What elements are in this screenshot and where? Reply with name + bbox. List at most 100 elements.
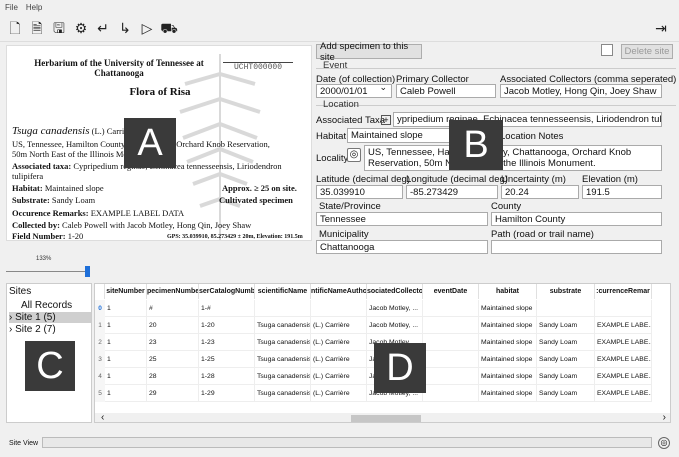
table-cell[interactable] bbox=[311, 300, 367, 317]
table-cell[interactable]: 20 bbox=[147, 317, 199, 334]
table-cell[interactable]: (L.) Carrière bbox=[311, 368, 367, 385]
delete-site-button[interactable]: Delete site bbox=[621, 44, 673, 59]
table-cell[interactable]: 28 bbox=[147, 368, 199, 385]
map-pin-icon[interactable]: ◎ bbox=[347, 148, 361, 162]
elevation-input[interactable]: 191.5 bbox=[582, 185, 662, 199]
table-cell[interactable]: EXAMPLE LABE... bbox=[595, 385, 652, 402]
table-cell[interactable]: EXAMPLE LABE... bbox=[595, 317, 652, 334]
table-cell[interactable] bbox=[423, 368, 479, 385]
table-cell[interactable]: (L.) Carrière bbox=[311, 351, 367, 368]
chevron-right-icon[interactable]: › bbox=[9, 312, 12, 323]
table-cell[interactable]: Sandy Loam bbox=[537, 385, 595, 402]
table-cell[interactable]: EXAMPLE LABE... bbox=[595, 351, 652, 368]
column-header[interactable]: :currenceRemar bbox=[595, 284, 652, 299]
table-cell[interactable] bbox=[595, 300, 652, 317]
document-icon[interactable]: 🗎 bbox=[29, 19, 45, 37]
add-taxa-icon[interactable]: + bbox=[381, 115, 391, 125]
table-cell[interactable]: Tsuga canadensis bbox=[255, 368, 311, 385]
table-cell[interactable] bbox=[255, 300, 311, 317]
table-cell[interactable]: Sandy Loam bbox=[537, 334, 595, 351]
uncertainty-input[interactable]: 20.24 bbox=[501, 185, 579, 199]
table-cell[interactable]: Sandy Loam bbox=[537, 317, 595, 334]
table-cell[interactable]: 1-25 bbox=[199, 351, 255, 368]
table-cell[interactable]: (L.) Carrière bbox=[311, 334, 367, 351]
table-cell[interactable]: 1 bbox=[105, 351, 147, 368]
table-cell[interactable]: EXAMPLE LABE... bbox=[595, 334, 652, 351]
table-cell[interactable]: Tsuga canadensis bbox=[255, 351, 311, 368]
column-header[interactable]: siteNumber bbox=[105, 284, 147, 299]
table-cell[interactable]: Maintained slope bbox=[479, 385, 537, 402]
settings-circle-icon[interactable]: ◎ bbox=[658, 437, 670, 449]
table-cell[interactable] bbox=[423, 334, 479, 351]
locality-input[interactable]: US, Tennessee, Hamilton County, Chattano… bbox=[364, 145, 662, 171]
state-input[interactable]: Tennessee bbox=[316, 212, 488, 226]
menu-help[interactable]: Help bbox=[26, 3, 42, 12]
table-cell[interactable]: 23 bbox=[147, 334, 199, 351]
site-all-records[interactable]: All Records bbox=[21, 300, 72, 311]
municipality-input[interactable]: Chattanooga bbox=[316, 240, 488, 254]
table-cell[interactable]: # bbox=[147, 300, 199, 317]
table-cell[interactable]: Sandy Loam bbox=[537, 368, 595, 385]
menu-file[interactable]: File bbox=[5, 3, 18, 12]
horizontal-scrollbar[interactable]: ‹ › bbox=[95, 412, 670, 422]
table-cell[interactable]: Maintained slope bbox=[479, 334, 537, 351]
table-cell[interactable]: Maintained slope bbox=[479, 300, 537, 317]
column-header[interactable]: substrate bbox=[537, 284, 595, 299]
table-cell[interactable]: 1 bbox=[105, 300, 147, 317]
primary-collector-input[interactable]: Caleb Powell bbox=[396, 84, 496, 98]
table-cell[interactable]: 1-20 bbox=[199, 317, 255, 334]
table-cell[interactable] bbox=[423, 300, 479, 317]
row-number[interactable]: 0 bbox=[95, 300, 105, 317]
column-header[interactable]: serCatalogNumb bbox=[199, 284, 255, 299]
table-cell[interactable]: 25 bbox=[147, 351, 199, 368]
table-cell[interactable]: 1-28 bbox=[199, 368, 255, 385]
row-number[interactable]: 1 bbox=[95, 317, 105, 334]
scroll-left-icon[interactable]: ‹ bbox=[101, 412, 104, 422]
table-cell[interactable] bbox=[423, 385, 479, 402]
exit-icon[interactable]: ⇥ bbox=[653, 19, 669, 37]
column-header[interactable]: scientificName bbox=[255, 284, 311, 299]
redo-icon[interactable]: ↳ bbox=[117, 19, 133, 37]
table-cell[interactable]: Maintained slope bbox=[479, 351, 537, 368]
chevron-right-icon[interactable]: › bbox=[9, 324, 12, 335]
column-header[interactable]: eventDate bbox=[423, 284, 479, 299]
row-number[interactable]: 3 bbox=[95, 351, 105, 368]
latitude-input[interactable]: 35.039910 bbox=[316, 185, 403, 199]
site-1-item[interactable]: › Site 1 (5) bbox=[9, 312, 91, 323]
table-cell[interactable]: Tsuga canadensis bbox=[255, 334, 311, 351]
save-icon[interactable]: 🖫 bbox=[51, 19, 67, 37]
table-cell[interactable] bbox=[537, 300, 595, 317]
site-checkbox[interactable] bbox=[601, 44, 613, 56]
table-cell[interactable]: 29 bbox=[147, 385, 199, 402]
county-input[interactable]: Hamilton County bbox=[491, 212, 662, 226]
longitude-input[interactable]: -85.273429 bbox=[406, 185, 498, 199]
column-header[interactable]: sociatedCollecto bbox=[367, 284, 423, 299]
column-header[interactable]: ntificNameAutho bbox=[311, 284, 367, 299]
table-cell[interactable] bbox=[423, 317, 479, 334]
table-cell[interactable]: 1-23 bbox=[199, 334, 255, 351]
add-specimen-button[interactable]: Add specimen to this site bbox=[316, 41, 422, 63]
row-number[interactable]: 5 bbox=[95, 385, 105, 402]
scroll-right-icon[interactable]: › bbox=[663, 412, 666, 422]
zoom-slider-handle[interactable] bbox=[85, 266, 90, 277]
table-cell[interactable]: Sandy Loam bbox=[537, 351, 595, 368]
assoc-taxa-input[interactable]: ypripedium reginae, Echinacea tennesseen… bbox=[393, 112, 662, 127]
table-cell[interactable] bbox=[423, 351, 479, 368]
zoom-slider[interactable] bbox=[6, 265, 90, 277]
new-file-icon[interactable]: 🗋 bbox=[7, 19, 23, 37]
table-cell[interactable]: 1 bbox=[105, 317, 147, 334]
column-header[interactable]: pecimenNumbe bbox=[147, 284, 199, 299]
column-header[interactable] bbox=[95, 284, 105, 299]
table-cell[interactable]: EXAMPLE LABE... bbox=[595, 368, 652, 385]
table-cell[interactable]: Tsuga canadensis bbox=[255, 317, 311, 334]
undo-icon[interactable]: ↵ bbox=[95, 19, 111, 37]
table-cell[interactable]: Jacob Motley, ... bbox=[367, 300, 423, 317]
table-cell[interactable]: 1 bbox=[105, 385, 147, 402]
gear-icon[interactable]: ⚙ bbox=[73, 19, 89, 37]
truck-icon[interactable]: ⛟ bbox=[160, 19, 178, 37]
table-cell[interactable]: (L.) Carrière bbox=[311, 317, 367, 334]
table-cell[interactable]: Jacob Motley, ... bbox=[367, 317, 423, 334]
row-number[interactable]: 4 bbox=[95, 368, 105, 385]
row-number[interactable]: 2 bbox=[95, 334, 105, 351]
column-header[interactable]: habitat bbox=[479, 284, 537, 299]
